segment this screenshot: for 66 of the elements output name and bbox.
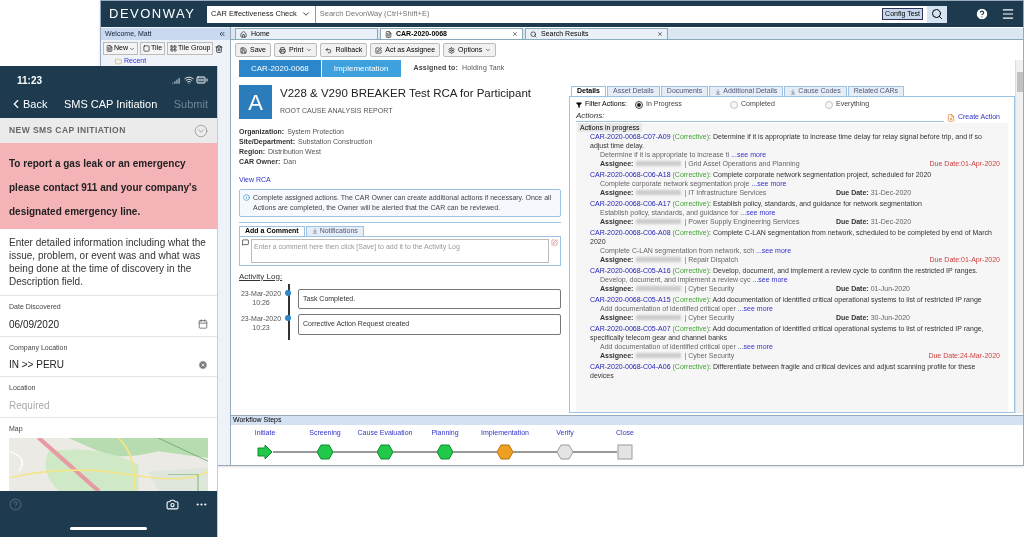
step-connector (273, 451, 317, 453)
field-value[interactable]: 06/09/2020 (9, 316, 60, 332)
field-value[interactable]: IN >> PERU (9, 357, 65, 372)
step-connector (393, 451, 437, 453)
caret-icon (485, 47, 492, 53)
battery-icon (196, 74, 208, 86)
instructions-text: Enter detailed information including what the issue, problem, or event was and what was being done at the time of discovery in the Description field. (0, 229, 217, 296)
step-connector (453, 451, 497, 453)
alert-text: To report a gas leak or an emergency please contact 911 and your company's designated emergency line. (9, 158, 197, 217)
back-button[interactable]: Back (9, 95, 48, 113)
caret-icon (306, 47, 313, 53)
download-icon (715, 88, 722, 95)
create-action-icon (946, 114, 955, 122)
redacted-name (636, 353, 682, 358)
redacted-name (636, 257, 682, 262)
location-field[interactable]: Required (9, 397, 208, 413)
search-icon (530, 30, 537, 38)
step-connector (513, 451, 557, 453)
caret-icon (300, 9, 311, 19)
avatar: A (239, 85, 272, 119)
home-icon (240, 30, 247, 38)
folder-icon (115, 57, 122, 65)
button-icon (143, 45, 150, 52)
step-connector (333, 451, 377, 453)
info-icon (243, 193, 250, 201)
activity-log-title: Activity Log: (239, 270, 283, 283)
actions-title: Actions: (576, 111, 944, 122)
close-icon[interactable] (657, 31, 663, 37)
redacted-name (636, 286, 682, 291)
screen-title: SMS CAP Initiation (63, 96, 158, 112)
radio-button[interactable] (635, 100, 643, 109)
comment-icon (242, 238, 249, 246)
button-icon (375, 46, 383, 54)
record-title: V228 & V290 BREAKER Test RCA for Participant (280, 86, 531, 101)
step-connector (573, 451, 617, 453)
button-icon (240, 46, 247, 54)
button-icon (325, 46, 333, 54)
menu-icon[interactable] (1001, 7, 1015, 21)
button-icon (278, 46, 286, 54)
button-icon (106, 45, 113, 52)
button-icon (448, 46, 456, 54)
redacted-name (636, 190, 682, 195)
trash-icon[interactable] (215, 44, 224, 53)
section-title: NEW SMS CAP INITIATION (9, 124, 126, 137)
filter-icon (576, 101, 582, 108)
wifi-icon (184, 75, 194, 85)
download-icon (311, 228, 318, 234)
redacted-name (636, 219, 682, 224)
redacted-name (636, 161, 682, 166)
redacted-name (636, 315, 682, 320)
calendar-icon[interactable] (198, 319, 208, 329)
logo: DEVONWAY (109, 5, 195, 23)
status-time: 11:23 (17, 73, 43, 88)
clear-icon[interactable] (198, 359, 208, 370)
collapse-icon[interactable] (218, 30, 226, 38)
signal-icon (172, 75, 182, 85)
help-icon[interactable] (975, 7, 989, 21)
search-button[interactable] (927, 5, 947, 23)
download-icon (790, 88, 797, 95)
button-icon (170, 45, 178, 52)
camera-icon[interactable] (166, 497, 179, 511)
search-icon (931, 8, 943, 20)
document-icon (385, 30, 392, 38)
caret-icon (129, 45, 135, 52)
close-icon[interactable] (512, 31, 518, 37)
breadcrumb-step[interactable]: CAR-2020-0068 (239, 60, 322, 77)
